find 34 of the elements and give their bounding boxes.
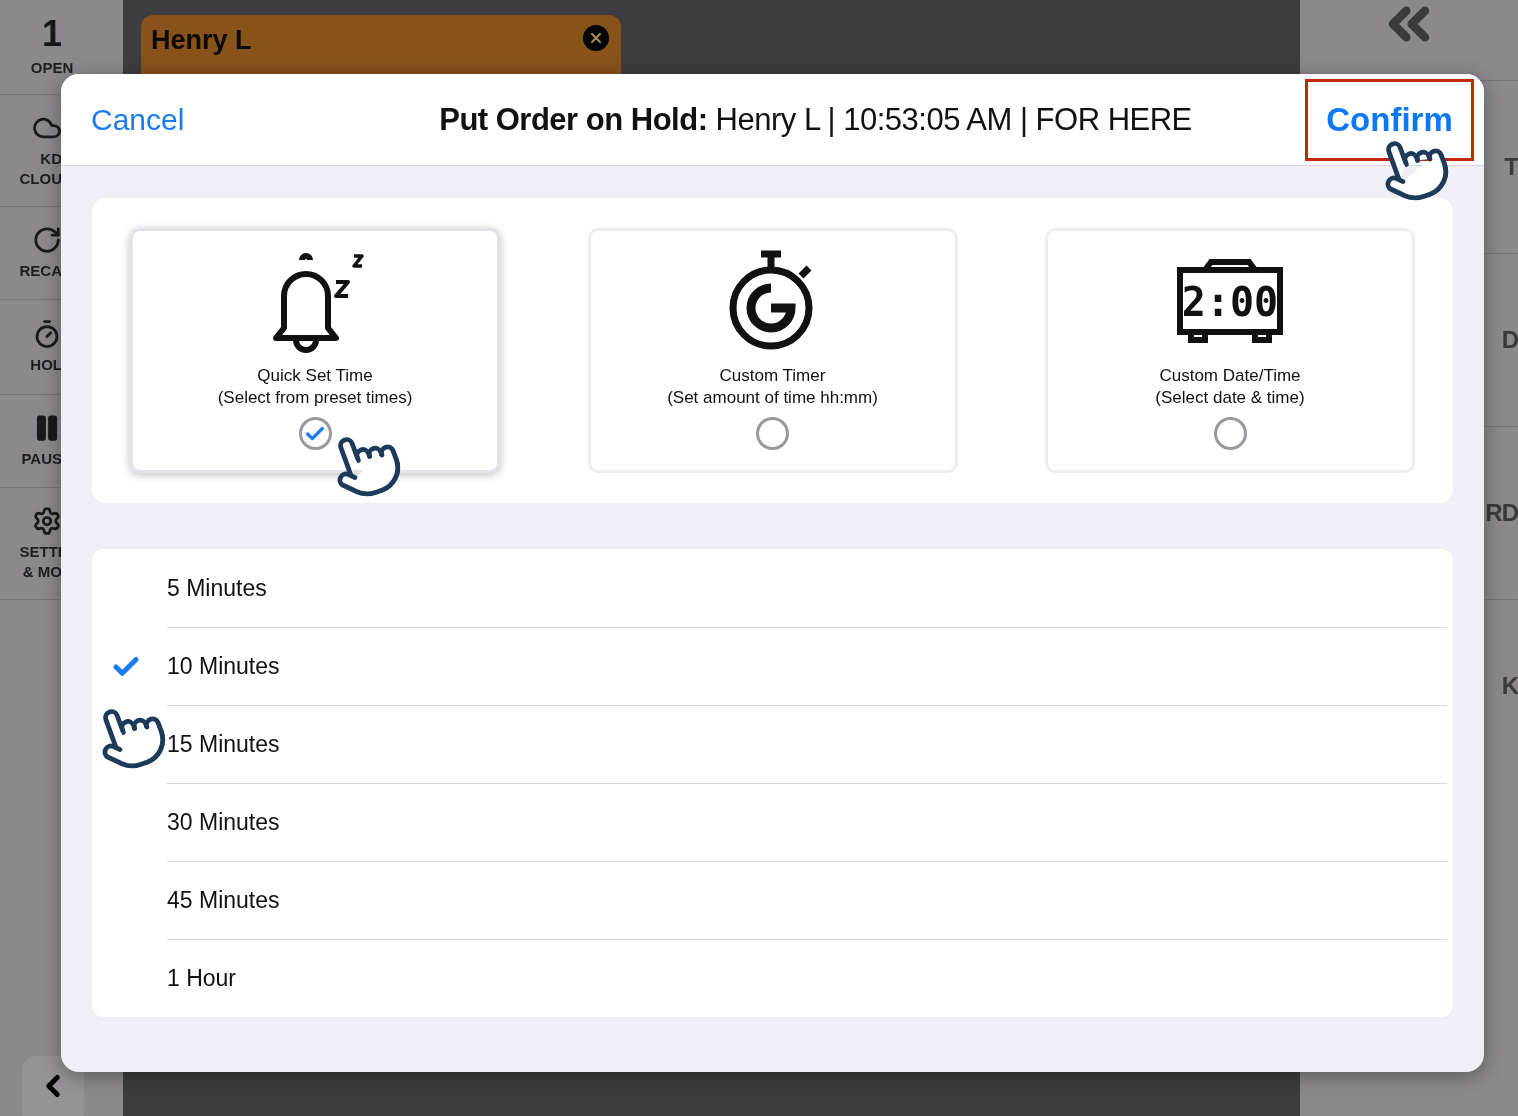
option-label: Custom Timer (Set amount of time hh:mm) [667,365,878,409]
radio-button[interactable] [1213,417,1247,450]
preset-option[interactable]: 30 Minutes [167,809,280,836]
preset-option[interactable]: 1 Hour [167,965,237,992]
radio-button[interactable] [756,417,789,450]
option-label: Quick Set Time (Select from preset times) [217,365,413,409]
nav-label: D [1501,326,1518,354]
nav-label: OPEN [30,58,74,78]
radio-button[interactable] [298,417,332,450]
nav-label: RD [1485,499,1518,527]
rotate-icon [32,225,62,256]
option-card[interactable]: Quick Set Time (Select from preset times) [130,228,500,473]
close-button[interactable] [583,25,609,51]
nav-label: K [1501,672,1518,700]
nav-label: T [1504,153,1518,181]
preset-option[interactable]: 45 Minutes [167,887,280,914]
nav-label[interactable]: HOL [30,355,62,375]
nav-label[interactable]: KD CLOU [19,149,62,188]
open-count: 1 [42,16,62,53]
preset-option[interactable]: 15 Minutes [167,731,280,758]
option-card[interactable]: Custom Timer (Set amount of time hh:mm) [587,228,958,473]
option-card[interactable]: 2:00 Custom Date/Time (Select date & time) [1045,228,1415,473]
close-icon [588,30,604,46]
back-button[interactable] [22,1056,84,1116]
dialog-title: Put Order on Hold: Henry L | 10:53:05 AM | FOR HERE [438,101,1193,138]
nav-label[interactable]: RECA [19,261,62,281]
ticket-name: Henry L [151,25,252,56]
option-label: Custom Date/Time (Select date & time) [1155,365,1305,409]
cancel-button[interactable]: Cancel [91,102,346,137]
gear-icon [32,506,62,536]
nav-label[interactable]: PAUS [21,449,62,469]
preset-option[interactable]: 5 Minutes [167,574,267,602]
preset-option[interactable]: 10 Minutes [167,653,280,680]
nav-label[interactable]: SETTI & MO [19,542,62,581]
